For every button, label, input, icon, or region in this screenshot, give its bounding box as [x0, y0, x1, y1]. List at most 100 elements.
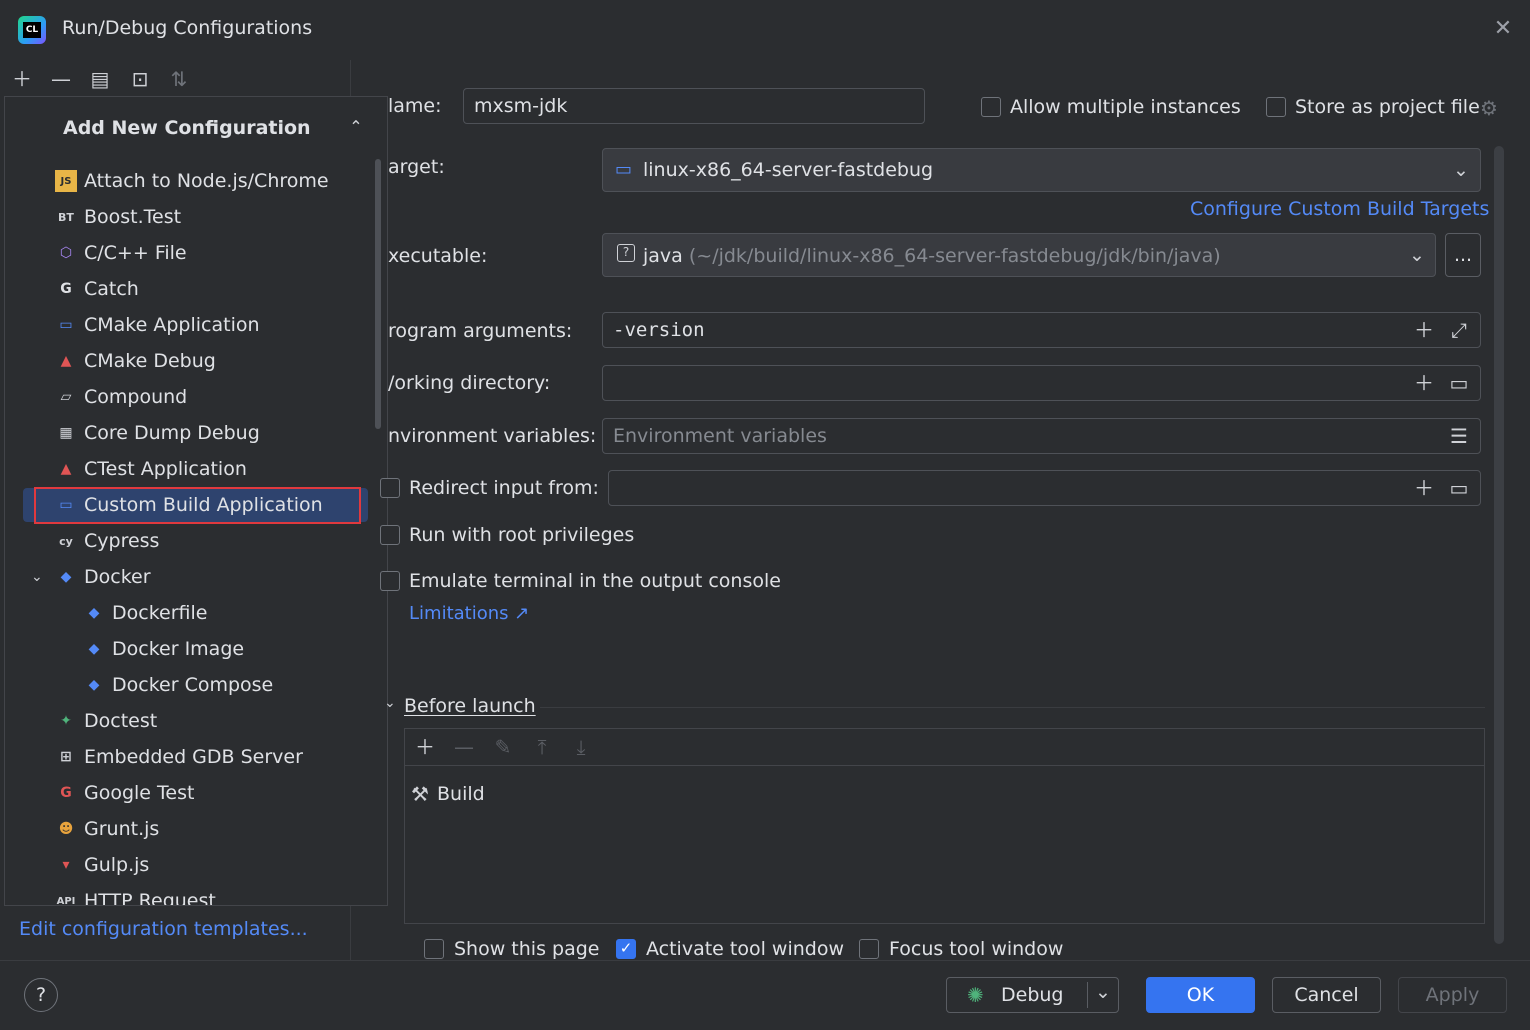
popup-scrollbar[interactable]	[375, 159, 381, 429]
google-test-icon: G	[60, 785, 72, 801]
add-macro-icon[interactable]: ＋	[1413, 319, 1435, 341]
config-type-group-docker[interactable]: ⌄ ◆ Docker	[23, 560, 368, 594]
edit-templates-link[interactable]: Edit configuration templates...	[19, 918, 308, 940]
chevron-down-icon[interactable]: ⌄	[31, 569, 43, 585]
debug-split-button[interactable]: ✺ Debug ⌄	[946, 977, 1119, 1013]
emulate-terminal-checkbox[interactable]	[380, 571, 400, 591]
move-up-icon[interactable]: ⤒	[530, 735, 554, 759]
ctest-icon: ▲	[60, 461, 72, 477]
core-dump-icon: ▦	[59, 425, 73, 441]
redirect-input-field[interactable]: ＋ ▭	[608, 470, 1481, 506]
chevron-down-icon: ⌄	[1453, 159, 1469, 181]
doctest-icon: ✦	[60, 713, 72, 729]
activate-tool-checkbox[interactable]: ✓	[616, 939, 636, 959]
window-title: Run/Debug Configurations	[62, 17, 313, 39]
activate-tool-label: Activate tool window	[646, 938, 845, 960]
config-type-item[interactable]: JS Attach to Node.js/Chrome	[23, 164, 368, 198]
config-type-item[interactable]: G Google Test	[23, 776, 368, 810]
config-type-item[interactable]: ▭ CMake Application	[23, 308, 368, 342]
copy-icon[interactable]: ▤	[87, 66, 113, 92]
edit-icon[interactable]: ✎	[491, 735, 515, 759]
config-type-item[interactable]: ▱ Compound	[23, 380, 368, 414]
configure-targets-link[interactable]: Configure Custom Build Targets	[1190, 198, 1489, 220]
grunt-icon: ☻	[58, 821, 74, 837]
config-type-item[interactable]: ⊞ Embedded GDB Server	[23, 740, 368, 774]
cancel-button[interactable]: Cancel	[1272, 977, 1381, 1013]
allow-multiple-checkbox[interactable]	[981, 97, 1001, 117]
expand-icon[interactable]: ⤢	[1448, 319, 1470, 341]
working-dir-field[interactable]: ＋ ▭	[602, 365, 1481, 401]
config-type-item[interactable]: ▦ Core Dump Debug	[23, 416, 368, 450]
cpp-file-icon: ⬡	[59, 245, 73, 261]
popup-title: Add New Configuration	[63, 117, 311, 139]
apply-button[interactable]: Apply	[1398, 977, 1507, 1013]
executable-label: xecutable:	[388, 245, 488, 267]
clion-logo-icon: CL	[18, 16, 46, 44]
config-type-item[interactable]: ◆ Docker Compose	[23, 668, 368, 702]
add-macro-icon[interactable]: ＋	[1413, 477, 1435, 499]
remove-icon[interactable]: —	[48, 66, 74, 92]
config-type-item[interactable]: ✦ Doctest	[23, 704, 368, 738]
form-scrollbar[interactable]	[1494, 146, 1504, 944]
program-args-label: rogram arguments:	[388, 320, 573, 342]
add-icon[interactable]: ＋	[413, 735, 437, 759]
chevron-down-icon[interactable]: ⌄	[1095, 975, 1111, 1009]
before-launch-panel: ＋ — ✎ ⤒ ⤓ ⚒ Build	[404, 728, 1485, 924]
cypress-icon: cy	[59, 534, 73, 548]
emulate-terminal-label: Emulate terminal in the output console	[409, 570, 781, 592]
before-launch-item[interactable]: ⚒ Build	[409, 779, 709, 809]
cmake-app-icon: ▭	[615, 159, 633, 180]
help-button[interactable]: ?	[24, 978, 58, 1012]
config-type-item[interactable]: ▲ CMake Debug	[23, 344, 368, 378]
docker-icon: ◆	[88, 641, 100, 657]
section-divider	[540, 707, 1485, 708]
sort-icon[interactable]: ⇅	[166, 66, 192, 92]
run-root-checkbox[interactable]	[380, 525, 400, 545]
show-page-checkbox[interactable]	[424, 939, 444, 959]
close-icon[interactable]: ✕	[1492, 18, 1514, 40]
add-icon[interactable]: ＋	[9, 66, 35, 92]
remove-icon[interactable]: —	[452, 735, 476, 759]
collapse-icon[interactable]: ⌃	[345, 117, 367, 139]
env-vars-field[interactable]: Environment variables ☰	[602, 418, 1481, 454]
docker-icon: ◆	[88, 677, 100, 693]
config-type-item[interactable]: G Catch	[23, 272, 368, 306]
move-down-icon[interactable]: ⤓	[569, 735, 593, 759]
config-type-item[interactable]: ▲ CTest Application	[23, 452, 368, 486]
folder-icon[interactable]: ▭	[1448, 372, 1470, 394]
docker-icon: ◆	[88, 605, 100, 621]
folder-icon[interactable]: ▭	[1448, 477, 1470, 499]
store-project-checkbox[interactable]	[1266, 97, 1286, 117]
name-label: lame:	[388, 95, 442, 117]
browse-executable-button[interactable]: ...	[1445, 233, 1481, 277]
catch-icon: G	[60, 281, 72, 297]
nodejs-icon: JS	[55, 170, 77, 192]
config-type-item[interactable]: BT Boost.Test	[23, 200, 368, 234]
build-hammer-icon: ⚒	[411, 782, 429, 806]
gear-icon[interactable]: ⚙	[1480, 96, 1498, 120]
config-type-item[interactable]: ◆ Docker Image	[23, 632, 368, 666]
target-select[interactable]: ▭ linux-x86_64-server-fastdebug ⌄	[602, 148, 1481, 192]
config-type-item[interactable]: ⬡ C/C++ File	[23, 236, 368, 270]
focus-tool-label: Focus tool window	[889, 938, 1064, 960]
list-icon[interactable]: ☰	[1448, 425, 1470, 447]
redirect-input-checkbox[interactable]	[380, 478, 400, 498]
new-folder-icon[interactable]: ⊡	[127, 66, 153, 92]
gdb-server-icon: ⊞	[60, 749, 72, 765]
limitations-link[interactable]: Limitations ↗	[409, 603, 529, 624]
config-type-item[interactable]: ☻ Grunt.js	[23, 812, 368, 846]
config-type-item[interactable]: cy Cypress	[23, 524, 368, 558]
target-label: arget:	[388, 156, 445, 178]
add-macro-icon[interactable]: ＋	[1413, 372, 1435, 394]
executable-select[interactable]: ? java (~/jdk/build/linux-x86_64-server-…	[602, 233, 1436, 277]
config-type-item[interactable]: ◆ Dockerfile	[23, 596, 368, 630]
focus-tool-checkbox[interactable]	[859, 939, 879, 959]
working-dir-label: /orking directory:	[388, 372, 551, 394]
before-launch-header[interactable]: Before launch	[404, 695, 536, 717]
name-field[interactable]: mxsm-jdk	[463, 88, 925, 124]
ok-button[interactable]: OK	[1146, 977, 1255, 1013]
config-type-item[interactable]: API HTTP Request	[23, 884, 368, 905]
program-args-field[interactable]: -version ＋ ⤢	[602, 312, 1481, 348]
chevron-down-icon[interactable]: ⌄	[384, 695, 396, 711]
config-type-item[interactable]: ▾ Gulp.js	[23, 848, 368, 882]
